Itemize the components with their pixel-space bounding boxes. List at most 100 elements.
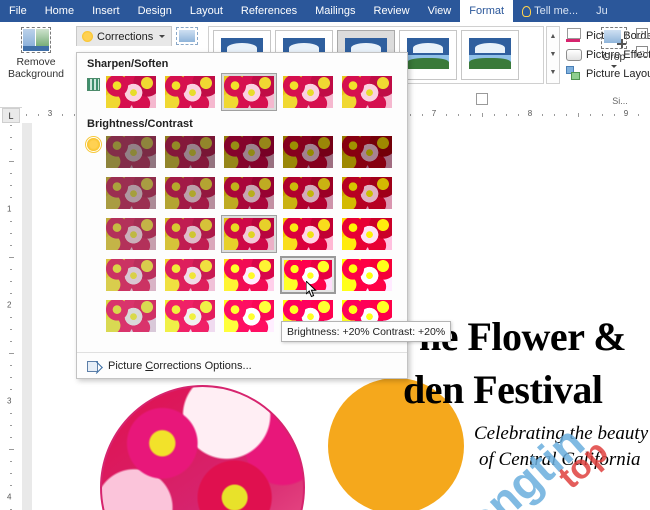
brightness-thumb[interactable] [339, 256, 395, 294]
brightness-thumb[interactable] [162, 215, 218, 253]
sharpen-thumb[interactable] [280, 73, 336, 111]
ruler-tick [26, 114, 27, 116]
picture-corrections-options-item[interactable]: Picture Corrections Options... [77, 352, 407, 378]
brightness-thumb[interactable] [339, 174, 395, 212]
brightness-thumb[interactable] [162, 133, 218, 171]
tab-stop-selector[interactable]: L [2, 108, 20, 123]
ruler-tick [10, 233, 12, 234]
shape-height-field[interactable]: ↕ [636, 28, 650, 39]
width-icon: ↔ [636, 46, 648, 57]
sharpen-thumbnail-grid[interactable] [103, 73, 401, 111]
tab-insert[interactable]: Insert [83, 0, 129, 22]
crop-icon [601, 27, 627, 49]
vertical-ruler[interactable]: 1234 [0, 123, 23, 510]
ruler-tick [9, 353, 14, 354]
brightness-thumb[interactable] [103, 256, 159, 294]
picture-style-thumb[interactable] [461, 30, 519, 80]
brightness-thumb-hovered[interactable] [280, 256, 336, 294]
brightness-thumb[interactable] [280, 215, 336, 253]
height-icon: ↕ [636, 28, 648, 39]
brightness-thumb[interactable] [162, 256, 218, 294]
brightness-thumb[interactable] [221, 174, 277, 212]
brightness-thumb[interactable] [103, 133, 159, 171]
tell-me-box[interactable]: Tell me... [513, 0, 587, 22]
ruler-number: 3 [48, 109, 52, 118]
brightness-thumb[interactable] [221, 256, 277, 294]
picture-layout-icon [566, 66, 581, 81]
sharpen-thumb[interactable] [103, 73, 159, 111]
ruler-tick [10, 437, 12, 438]
gallery-scroll-buttons[interactable]: ▲ ▼ ▼ [546, 26, 560, 84]
picture-effects-icon [566, 47, 581, 62]
tab-view[interactable]: View [419, 0, 461, 22]
brightness-thumb[interactable] [280, 133, 336, 171]
sharpen-thumb[interactable] [162, 73, 218, 111]
brightness-thumb[interactable] [162, 174, 218, 212]
corrections-label: Corrections [97, 31, 153, 43]
ruler-tick [422, 114, 423, 116]
brightness-thumb[interactable] [280, 174, 336, 212]
artistic-effects-button[interactable] [176, 27, 198, 45]
tab-references[interactable]: References [232, 0, 306, 22]
tab-mailings[interactable]: Mailings [306, 0, 364, 22]
tab-design[interactable]: Design [129, 0, 181, 22]
options-label: Picture Corrections Options... [108, 360, 252, 372]
sharpen-thumb-selected[interactable] [221, 73, 277, 111]
thumbnail-image [165, 76, 215, 108]
tab-layout[interactable]: Layout [181, 0, 232, 22]
styles-dialog-launcher[interactable] [476, 93, 488, 105]
ruler-tick [9, 449, 14, 450]
document-subtitle-line2: of Central California [479, 449, 641, 471]
gallery-scroll-up-icon[interactable]: ▲ [547, 27, 559, 45]
brightness-thumb[interactable] [103, 174, 159, 212]
remove-background-button[interactable]: Remove Background [4, 25, 68, 80]
thumbnail-image [224, 300, 274, 332]
brightness-contrast-row [77, 133, 407, 337]
ruler-tick [614, 114, 615, 116]
tab-home[interactable]: Home [36, 0, 83, 22]
sharpen-soften-section-label: Sharpen/Soften [77, 53, 407, 73]
brightness-icon-cell [83, 133, 103, 151]
remove-background-icon [21, 27, 51, 53]
ribbon-group-size: Crop ↕ ↔ Si... [590, 22, 650, 107]
ruler-tick [10, 245, 12, 246]
thumbnail-image [106, 259, 156, 291]
tab-format[interactable]: Format [460, 0, 513, 22]
gallery-scroll-down-icon[interactable]: ▼ [547, 45, 559, 63]
ruler-tick [74, 114, 75, 116]
ruler-tick [10, 377, 12, 378]
thumbnail-image [165, 300, 215, 332]
ruler-tick [10, 473, 12, 474]
tab-review[interactable]: Review [365, 0, 419, 22]
corrections-button[interactable]: Corrections [76, 26, 172, 46]
thumbnail-image [165, 259, 215, 291]
document-title-line2: den Festival [403, 366, 603, 413]
tab-file[interactable]: File [0, 0, 36, 22]
shape-width-field[interactable]: ↔ [636, 46, 650, 57]
thumbnail-image [342, 218, 392, 250]
ruler-tick [482, 113, 483, 117]
ruler-tick [10, 461, 12, 462]
brightness-thumb[interactable] [221, 133, 277, 171]
ribbon-tab-bar: File Home Insert Design Layout Reference… [0, 0, 650, 22]
brightness-thumbnail-grid[interactable] [103, 133, 401, 335]
ruler-tick [10, 185, 12, 186]
brightness-thumb[interactable] [103, 215, 159, 253]
chevron-down-icon [159, 35, 165, 38]
brightness-thumb[interactable] [162, 297, 218, 335]
crop-button[interactable]: Crop [594, 26, 634, 68]
brightness-thumb[interactable] [103, 297, 159, 335]
brightness-thumb[interactable] [339, 215, 395, 253]
sharpen-thumb[interactable] [339, 73, 395, 111]
ruler-tick [578, 113, 579, 117]
flower-picture[interactable] [100, 385, 305, 510]
brightness-thumb-selected[interactable] [221, 215, 277, 253]
ruler-tick [10, 317, 12, 318]
ruler-tick [518, 114, 519, 116]
thumbnail-image [342, 259, 392, 291]
brightness-thumb[interactable] [339, 133, 395, 171]
brightness-thumb[interactable] [221, 297, 277, 335]
gallery-more-icon[interactable]: ▼ [547, 63, 559, 81]
account-label[interactable]: Ju [587, 0, 617, 22]
ruler-tick [602, 114, 603, 116]
